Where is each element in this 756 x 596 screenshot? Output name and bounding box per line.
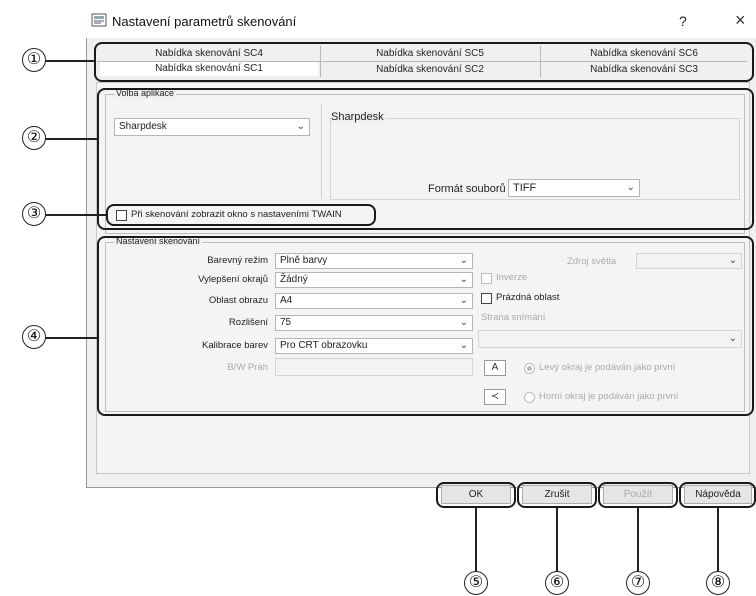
callout-number-5: ⑤ — [464, 571, 488, 595]
callout-number-4: ④ — [22, 325, 46, 349]
callout-number-2: ② — [22, 126, 46, 150]
leader-line-4 — [46, 337, 97, 339]
close-button[interactable]: × — [735, 10, 746, 31]
callout-number-7: ⑦ — [626, 571, 650, 595]
callout-frame-6 — [517, 482, 597, 508]
leader-line-8 — [717, 508, 719, 574]
window-title: Nastavení parametrů skenování — [112, 14, 297, 29]
leader-line-3 — [46, 214, 106, 216]
callout-frame-4 — [97, 236, 754, 416]
leader-line-5 — [475, 508, 477, 574]
callout-frame-3 — [106, 204, 376, 226]
callout-number-1: ① — [22, 48, 46, 72]
callout-frame-8 — [679, 482, 756, 508]
leader-line-2 — [46, 138, 97, 140]
leader-line-7 — [637, 508, 639, 574]
callout-frame-7 — [598, 482, 678, 508]
leader-line-6 — [556, 508, 558, 574]
callout-number-3: ③ — [22, 202, 46, 226]
scanner-settings-icon — [91, 13, 107, 27]
callout-frame-1 — [94, 42, 754, 82]
callout-number-8: ⑧ — [706, 571, 730, 595]
leader-line-1 — [46, 60, 94, 62]
help-title-button[interactable]: ? — [679, 13, 687, 29]
callout-number-6: ⑥ — [545, 571, 569, 595]
callout-frame-5 — [436, 482, 516, 508]
